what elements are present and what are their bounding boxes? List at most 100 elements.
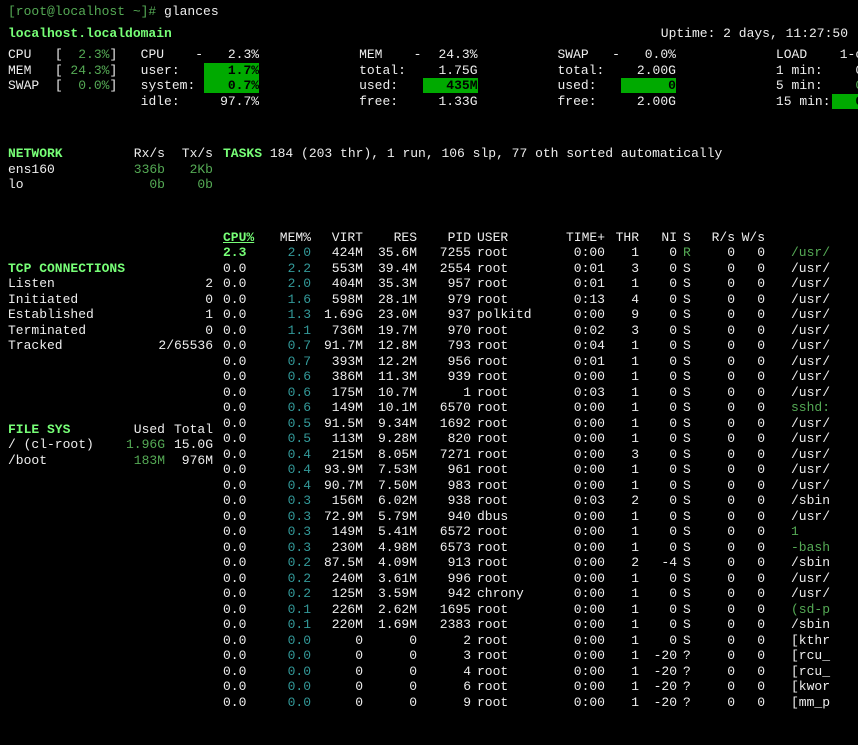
sum-mem: 24.3% xyxy=(63,63,110,79)
cpu-user-lbl: user: xyxy=(141,63,203,79)
network-panel: NETWORK Rx/s Tx/s ens160336b 2Kblo 0b 0b xyxy=(8,146,213,193)
process-row[interactable]: 0.00.0002root0:0010S00[kthr xyxy=(223,633,830,649)
mem-free-lbl: free: xyxy=(359,94,421,110)
process-table: CPU% MEM% VIRT RES PID USER TIME+ THR NI… xyxy=(223,230,830,711)
sum-cpu: 2.3% xyxy=(63,47,110,63)
swap-pct: 0.0% xyxy=(620,47,676,63)
uptime: Uptime: 2 days, 11:27:50 xyxy=(400,26,848,42)
fs-title: FILE SYS xyxy=(8,422,117,438)
h-ws[interactable]: W/s xyxy=(735,230,765,246)
hostname: localhost.localdomain xyxy=(8,26,400,42)
h-time[interactable]: TIME+ xyxy=(557,230,605,246)
process-row[interactable]: 0.00.3230M4.98M6573root0:0010S00-bash xyxy=(223,540,830,556)
mem-used-v: 435M xyxy=(422,78,478,94)
fs-total-h: Total xyxy=(165,422,213,438)
load5: 0.00 xyxy=(831,78,858,94)
sum-swap: 0.0% xyxy=(63,78,110,94)
tcp-row: Tracked2/65536 xyxy=(8,338,213,354)
net-row: lo 0b 0b xyxy=(8,177,213,193)
cpu-sys-lbl: system: xyxy=(141,78,203,94)
sum-mem-lbl: MEM xyxy=(8,63,39,79)
process-row[interactable]: 0.00.3149M5.41M6572root0:0010S001 xyxy=(223,524,830,540)
cpu-block-title: CPU - xyxy=(141,47,203,63)
load1: 0.00 xyxy=(831,63,858,79)
command: glances xyxy=(164,4,219,19)
process-row[interactable]: 0.00.0006root0:001-20?00[kwor xyxy=(223,679,830,695)
load15: 0.00 xyxy=(831,94,858,110)
load-core: 1-core xyxy=(831,47,858,63)
mem-free: 1.33G xyxy=(422,94,478,110)
process-row[interactable]: 0.00.0004root0:001-20?00[rcu_ xyxy=(223,664,830,680)
process-row[interactable]: 0.01.31.69G23.0M937polkitd0:0090S00/usr/ xyxy=(223,307,830,323)
load5-lbl: 5 min: xyxy=(776,78,831,94)
tcp-title: TCP CONNECTIONS xyxy=(8,261,213,277)
process-row[interactable]: 0.00.7393M12.2M956root0:0110S00/usr/ xyxy=(223,354,830,370)
h-cmd xyxy=(791,230,830,246)
swap-used-lbl: used: xyxy=(558,78,620,94)
swap-free-lbl: free: xyxy=(558,94,620,110)
process-row[interactable]: 0.00.0009root0:001-20?00[mm_p xyxy=(223,695,830,711)
h-cpu[interactable]: CPU% xyxy=(223,230,265,246)
process-row[interactable]: 0.00.591.5M9.34M1692root0:0010S00/usr/ xyxy=(223,416,830,432)
fs-used-h: Used xyxy=(117,422,165,438)
swap-total: 2.00G xyxy=(620,63,676,79)
process-row[interactable]: 0.00.791.7M12.8M793root0:0410S00/usr/ xyxy=(223,338,830,354)
mem-pct: 24.3% xyxy=(422,47,478,63)
process-row[interactable]: 0.02.2553M39.4M2554root0:0130S00/usr/ xyxy=(223,261,830,277)
load1-lbl: 1 min: xyxy=(776,63,831,79)
process-row[interactable]: 0.00.4215M8.05M7271root0:0030S00/usr/ xyxy=(223,447,830,463)
process-row[interactable]: 0.00.372.9M5.79M940dbus0:0010S00/usr/ xyxy=(223,509,830,525)
process-row[interactable]: 0.01.6598M28.1M979root0:1340S00/usr/ xyxy=(223,292,830,308)
process-row[interactable]: 0.00.2125M3.59M942chrony0:0010S00/usr/ xyxy=(223,586,830,602)
process-row[interactable]: 0.00.5113M9.28M820root0:0010S00/usr/ xyxy=(223,431,830,447)
prompt: [root@localhost ~]# xyxy=(8,4,164,19)
mem-total-lbl: total: xyxy=(359,63,421,79)
load-block-title: LOAD xyxy=(776,47,831,63)
h-ni[interactable]: NI xyxy=(639,230,677,246)
h-s[interactable]: S xyxy=(677,230,701,246)
cpu-user-v: 1.7% xyxy=(203,63,259,79)
tcp-panel: TCP CONNECTIONS Listen 2Initiated 0Estab… xyxy=(8,261,213,354)
sum-swap-lbl: SWAP xyxy=(8,78,39,94)
net-row: ens160336b 2Kb xyxy=(8,162,213,178)
summary-panel: CPU [ 2.3%] CPU - 2.3% MEM - 24.3% SWAP … xyxy=(8,47,858,109)
cpu-idle: 97.7% xyxy=(203,94,259,110)
h-user[interactable]: USER xyxy=(471,230,557,246)
h-res[interactable]: RES xyxy=(363,230,417,246)
h-thr[interactable]: THR xyxy=(605,230,639,246)
proc-headers: CPU% MEM% VIRT RES PID USER TIME+ THR NI… xyxy=(223,230,830,246)
cpu-idle-lbl: idle: xyxy=(141,94,203,110)
cpu-pct: 2.3% xyxy=(203,47,259,63)
process-row[interactable]: 0.00.0003root0:001-20?00[rcu_ xyxy=(223,648,830,664)
process-row[interactable]: 0.00.6149M10.1M6570root0:0010S00sshd: xyxy=(223,400,830,416)
h-pid[interactable]: PID xyxy=(417,230,471,246)
h-virt[interactable]: VIRT xyxy=(311,230,363,246)
tasks-line: 184 (203 thr), 1 run, 106 slp, 77 oth so… xyxy=(270,146,722,161)
process-row[interactable]: 0.00.2240M3.61M996root0:0010S00/usr/ xyxy=(223,571,830,587)
net-title: NETWORK xyxy=(8,146,117,162)
process-row[interactable]: 0.00.1226M2.62M1695root0:0010S00(sd-p xyxy=(223,602,830,618)
h-mem[interactable]: MEM% xyxy=(265,230,311,246)
mem-used-lbl: used: xyxy=(359,78,421,94)
process-row[interactable]: 0.00.1220M1.69M2383root0:0010S00/sbin xyxy=(223,617,830,633)
process-row[interactable]: 0.00.6175M10.7M1root0:0310S00/usr/ xyxy=(223,385,830,401)
fs-panel: FILE SYS Used Total / (cl-root)1.96G15.0… xyxy=(8,422,213,469)
process-row[interactable]: 0.00.287.5M4.09M913root0:002-4S00/sbin xyxy=(223,555,830,571)
process-row[interactable]: 0.00.490.7M7.50M983root0:0010S00/usr/ xyxy=(223,478,830,494)
fs-row: / (cl-root)1.96G15.0G xyxy=(8,437,213,453)
h-rs[interactable]: R/s xyxy=(701,230,735,246)
swap-used-v: 0 xyxy=(620,78,676,94)
process-row[interactable]: 2.32.0424M35.6M7255root0:0010R00/usr/ xyxy=(223,245,830,261)
swap-free: 2.00G xyxy=(620,94,676,110)
load15-lbl: 15 min: xyxy=(776,94,831,110)
mem-total: 1.75G xyxy=(422,63,478,79)
tcp-row: Initiated 0 xyxy=(8,292,213,308)
process-row[interactable]: 0.00.6386M11.3M939root0:0010S00/usr/ xyxy=(223,369,830,385)
process-row[interactable]: 0.00.493.9M7.53M961root0:0010S00/usr/ xyxy=(223,462,830,478)
net-rx-h: Rx/s xyxy=(117,146,165,162)
process-row[interactable]: 0.01.1736M19.7M970root0:0230S00/usr/ xyxy=(223,323,830,339)
process-row[interactable]: 0.00.3156M6.02M938root0:0320S00/sbin xyxy=(223,493,830,509)
shell-prompt-line: [root@localhost ~]# glances xyxy=(8,4,858,20)
process-row[interactable]: 0.02.0404M35.3M957root0:0110S00/usr/ xyxy=(223,276,830,292)
mem-block-title: MEM - xyxy=(359,47,421,63)
